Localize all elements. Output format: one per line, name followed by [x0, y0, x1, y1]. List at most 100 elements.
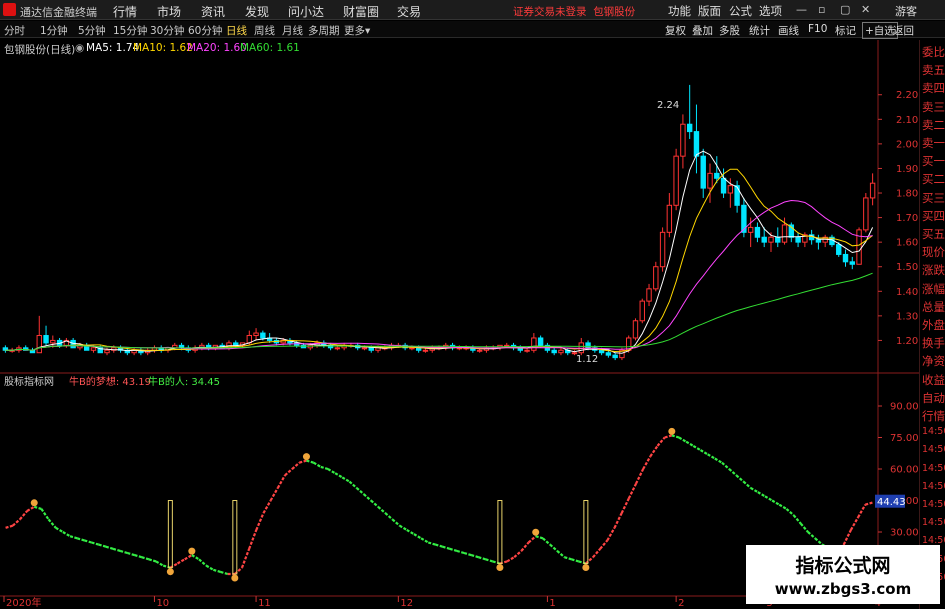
restore-icon[interactable]: ▢: [840, 3, 850, 16]
period-60min[interactable]: 60分钟: [188, 23, 222, 38]
menu-market[interactable]: 市场: [157, 3, 181, 20]
period-tick[interactable]: 分时: [4, 23, 25, 38]
period-weekly[interactable]: 周线: [254, 23, 275, 38]
candle-body: [90, 347, 97, 351]
menu-discover[interactable]: 发现: [245, 3, 269, 20]
indicator-down-segment: [799, 522, 809, 533]
tool-multi-stock[interactable]: 多股: [719, 23, 740, 38]
login-notice[interactable]: 证券交易未登录 包钢股份: [513, 4, 635, 19]
indicator-up-segment: [262, 499, 272, 514]
menu-options[interactable]: 选项: [759, 3, 782, 19]
period-15min[interactable]: 15分钟: [113, 23, 147, 38]
indicator-a-label: 牛B的梦想: 43.19: [69, 375, 151, 388]
candle-body: [734, 185, 740, 206]
menu-quotes[interactable]: 行情: [113, 3, 137, 20]
period-daily[interactable]: 日线: [226, 23, 247, 38]
watermark-title: 指标公式网: [795, 555, 891, 577]
indicator-down-segment: [685, 440, 694, 447]
period-more[interactable]: 更多▾: [344, 23, 370, 38]
candle-body: [720, 177, 727, 194]
minimize-icon[interactable]: —: [796, 3, 807, 16]
indicator-down-segment: [699, 449, 709, 456]
candle-body: [70, 339, 76, 349]
indicator-down-segment: [671, 434, 680, 439]
side-label: 买二: [922, 172, 945, 187]
indicator-down-segment: [692, 444, 702, 452]
period-30min[interactable]: 30分钟: [150, 23, 184, 38]
indicator-down-segment: [105, 545, 114, 550]
indicator-up-segment: [849, 516, 860, 531]
app-title: 通达信金融终端: [20, 6, 97, 19]
kline-chart[interactable]: 2.20 2.10 2.00 1.90 1.80 1.70 1.60 1.50 1.40 1.30…: [0, 40, 919, 609]
menu-formula[interactable]: 公式: [729, 3, 752, 19]
menu-layout[interactable]: 版面: [698, 3, 721, 19]
maximize-icon[interactable]: ▫: [818, 3, 825, 16]
period-multi[interactable]: 多周期: [308, 23, 340, 38]
indicator-down-segment: [792, 514, 802, 525]
buy-signal-icon: [166, 568, 174, 576]
indicator-down-segment: [463, 551, 472, 557]
menu-functions[interactable]: 功能: [668, 3, 691, 19]
indicator-down-segment: [91, 541, 100, 546]
ma5-line: [5, 150, 874, 354]
stock-link[interactable]: 包钢股份: [593, 6, 635, 18]
chart-grid: [0, 40, 919, 600]
price-tick-label: 1.40: [896, 287, 918, 298]
indicator-up-segment: [248, 529, 258, 550]
indicator-down-segment: [33, 505, 42, 510]
candle-body: [253, 332, 259, 337]
quote-side-panel: 委比 卖五 卖四 卖三 卖二 卖一 买一 买二 买三 买四 买五 现价 涨跌 涨幅 总量 外盘 换手 净资 收益 自动…: [919, 40, 945, 609]
indicator-down-segment: [363, 493, 372, 502]
indicator-down-segment: [334, 472, 343, 479]
period-5min[interactable]: 5分钟: [78, 23, 106, 38]
candle-body: [260, 332, 266, 339]
tool-f10[interactable]: F10: [808, 23, 827, 35]
menu-trade[interactable]: 交易: [397, 3, 421, 20]
indicator-down-segment: [306, 459, 314, 464]
indicator-down-segment: [735, 474, 745, 483]
price-tick-label: 1.70: [896, 213, 918, 224]
date-tick-label: 1: [549, 598, 555, 609]
candle-body: [531, 337, 537, 351]
tool-draw[interactable]: 画线: [778, 23, 799, 38]
menu-ask[interactable]: 问小达: [288, 3, 324, 20]
buy-signal-icon: [496, 564, 504, 571]
indicator-down-segment: [456, 549, 465, 555]
indicator-tick-label: 30.00: [890, 528, 919, 539]
indicator-down-segment: [413, 533, 422, 540]
indicator-up-segment: [298, 459, 307, 464]
close-icon[interactable]: ✕: [861, 3, 870, 16]
indicator-up-segment: [176, 558, 186, 565]
buy-signal-icon: [582, 564, 590, 571]
indicator-up-segment: [649, 445, 659, 458]
indicator-up-segment: [656, 436, 666, 447]
candle-body: [524, 349, 530, 352]
indicator-title: 股标指标网: [4, 375, 54, 388]
indicator-up-segment: [269, 487, 279, 502]
tool-overlay[interactable]: 叠加: [692, 23, 713, 38]
tool-mark[interactable]: 标记: [835, 23, 856, 38]
price-tick-label: 2.10: [896, 115, 918, 126]
indicator-down-segment: [728, 468, 738, 477]
candle-body: [585, 342, 591, 349]
candle-body: [856, 229, 862, 265]
menu-news[interactable]: 资讯: [201, 3, 225, 20]
indicator-down-segment: [341, 476, 351, 483]
indicator-down-segment: [112, 547, 121, 552]
guest-user[interactable]: 游客: [895, 3, 917, 19]
indicator-down-segment: [535, 535, 544, 540]
period-monthly[interactable]: 月线: [282, 23, 303, 38]
back-button[interactable]: 返回: [893, 23, 914, 38]
menu-wealth[interactable]: 财富圈: [343, 3, 379, 20]
tool-adjust[interactable]: 复权: [665, 23, 686, 38]
tool-stats[interactable]: 统计: [749, 23, 770, 38]
side-label: 现价: [922, 245, 945, 260]
indicator-up-segment: [234, 566, 243, 575]
indicator-up-segment: [240, 548, 251, 569]
ma60-line: [5, 272, 873, 351]
indicator-up-segment: [635, 468, 645, 485]
period-1min[interactable]: 1分钟: [40, 23, 68, 38]
period-toolbar: 分时 1分钟 5分钟 15分钟 30分钟 60分钟 日线 周线 月线 多周期 更…: [0, 21, 945, 39]
side-label: 14:50: [922, 499, 945, 510]
indicator-up-segment: [5, 524, 14, 529]
